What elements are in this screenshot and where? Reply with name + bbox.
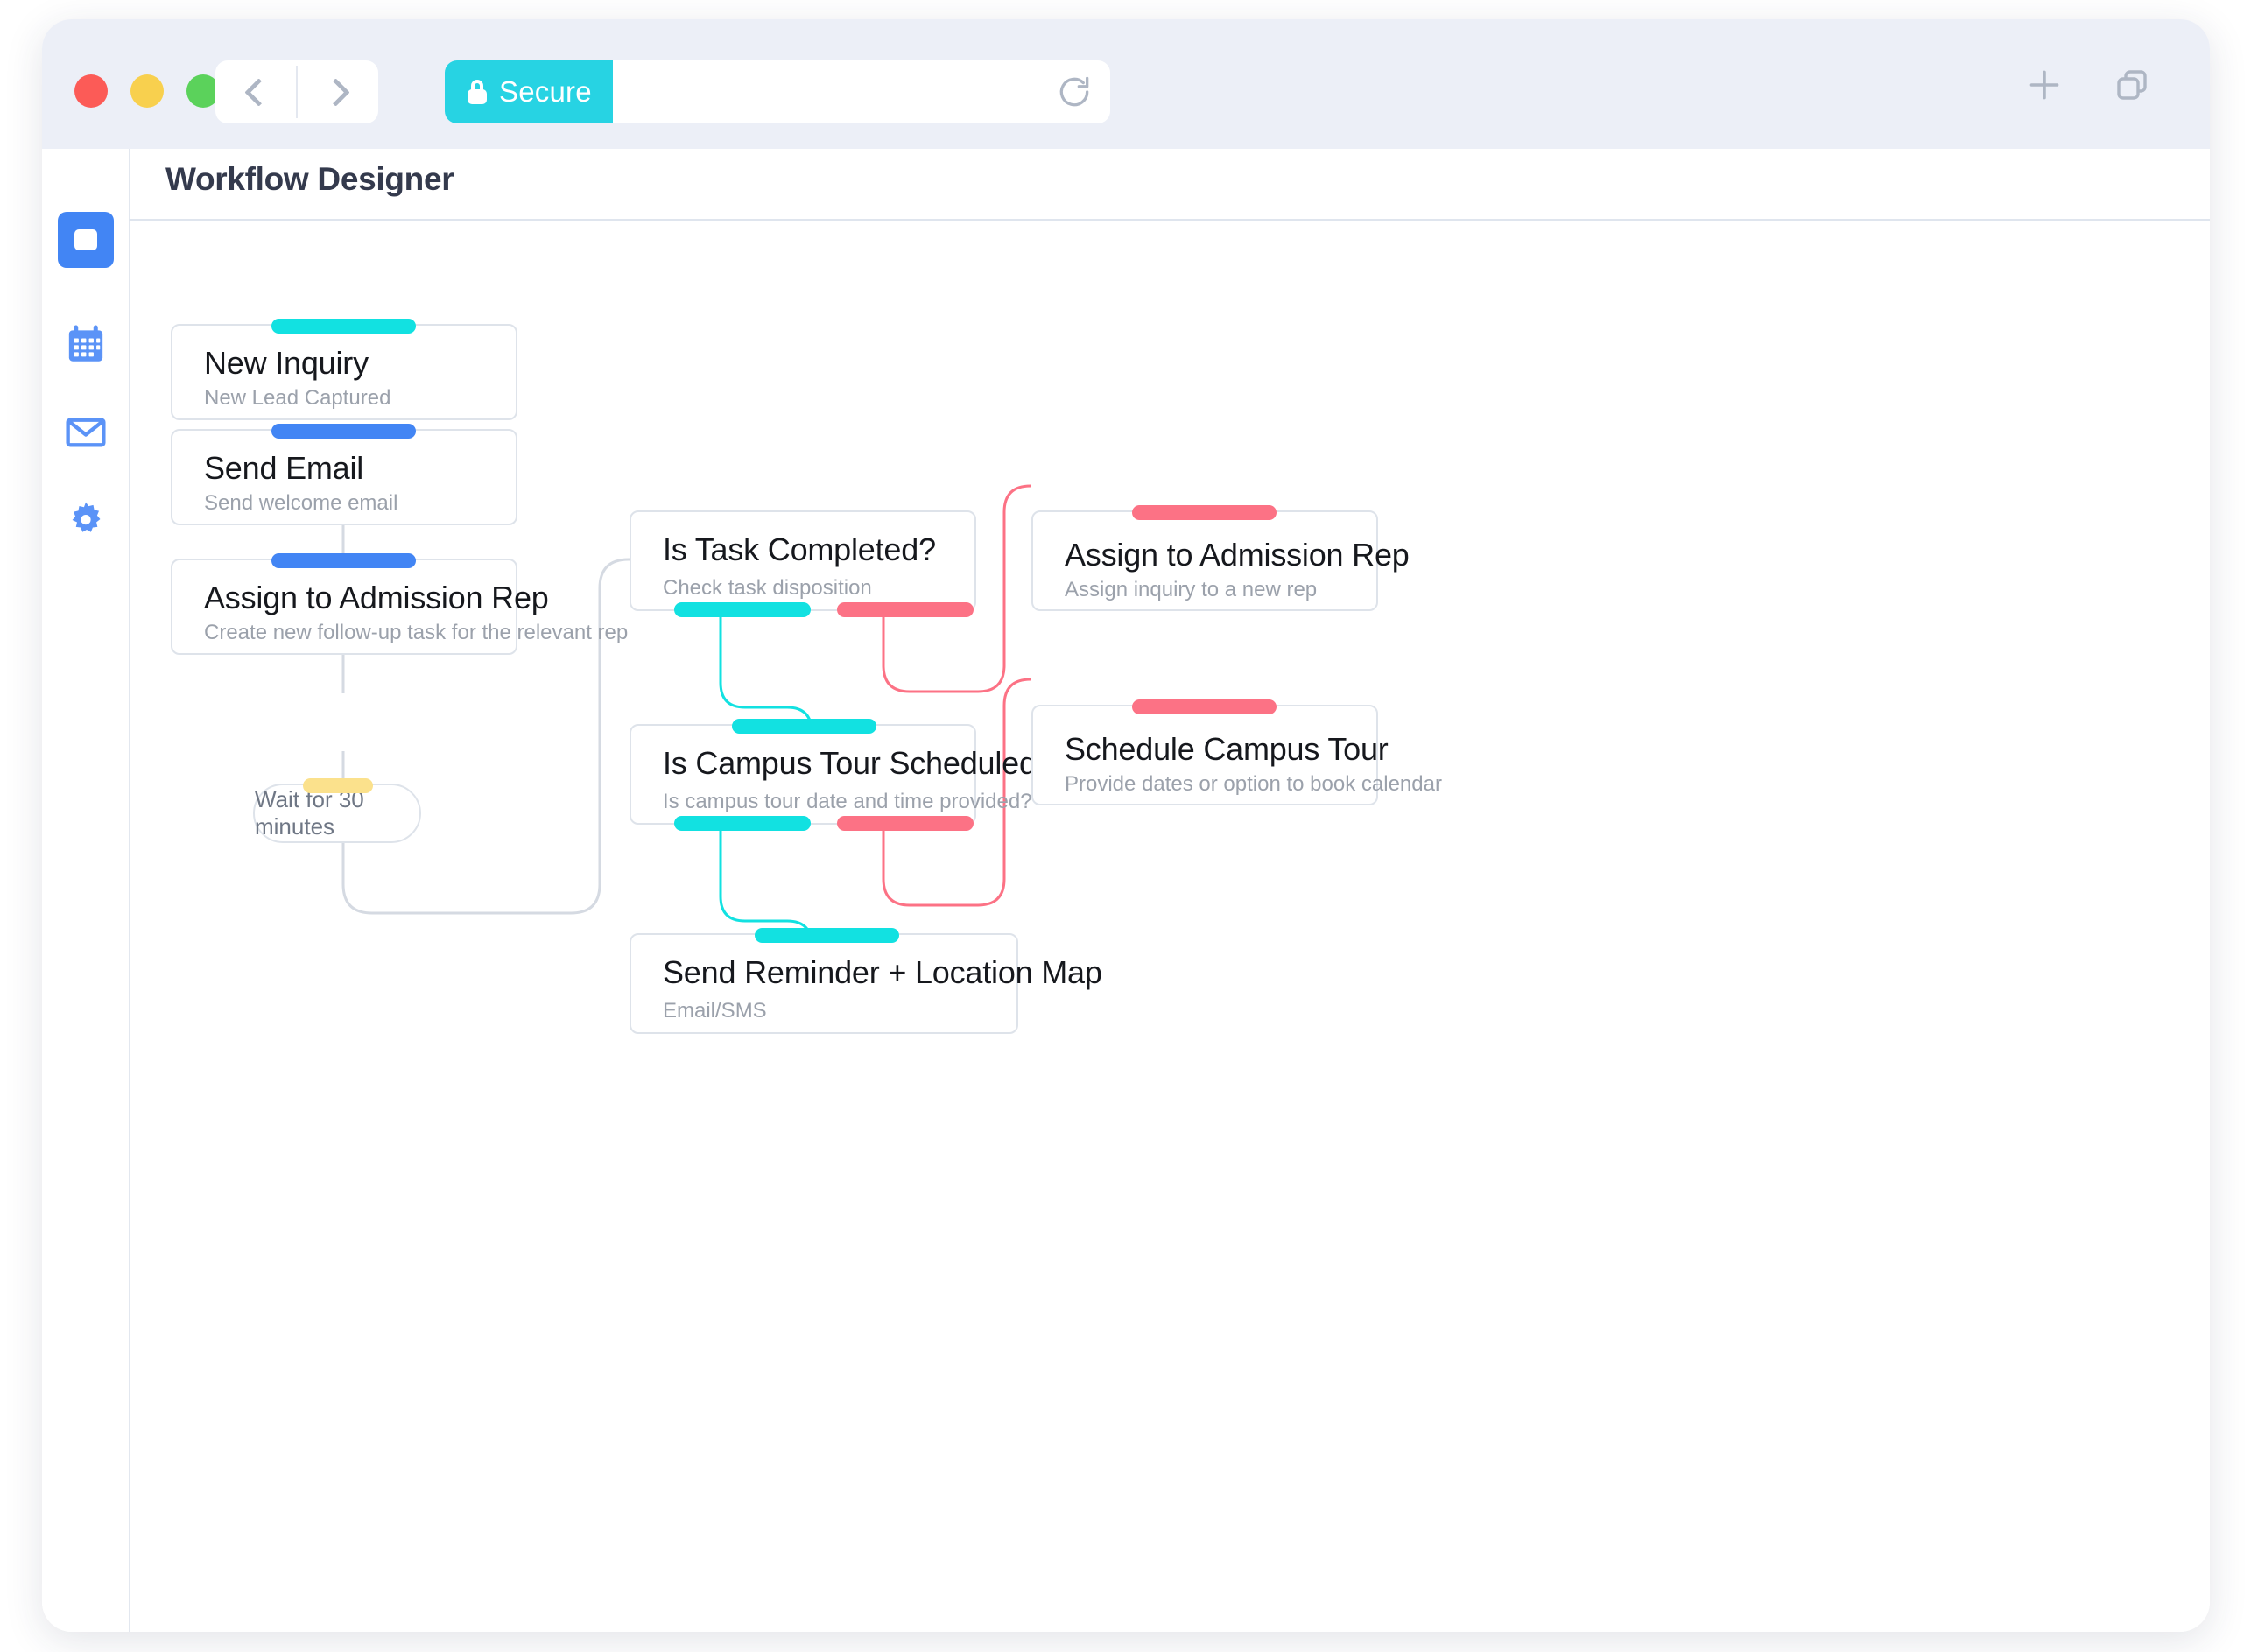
workflow-node-is-task-completed[interactable]: Is Task Completed? Check task dispositio… (630, 510, 976, 617)
back-button[interactable] (215, 60, 296, 123)
node-top-tab-yellow (303, 778, 373, 793)
workflow-node-send-email[interactable]: Send Email Send welcome email (171, 424, 517, 525)
node-top-tab-blue (271, 553, 416, 568)
forward-button[interactable] (298, 60, 378, 123)
node-top-tab-blue (271, 424, 416, 439)
workflow-canvas[interactable]: New Inquiry New Lead Captured Send Email… (129, 219, 2210, 1632)
workflow-node-send-reminder[interactable]: Send Reminder + Location Map Email/SMS (630, 928, 1102, 1034)
reload-icon (1059, 76, 1089, 107)
node-subtitle: Provide dates or option to book calendar (1065, 772, 1442, 796)
node-bottom-tab-no-red (837, 816, 974, 831)
node-bottom-tab-yes-cyan (674, 816, 811, 831)
secure-badge[interactable]: Secure (445, 60, 613, 123)
node-title: Schedule Campus Tour (1065, 731, 1389, 767)
node-subtitle: Email/SMS (663, 999, 767, 1023)
node-top-tab-cyan (732, 719, 876, 734)
sidebar-item-dashboard[interactable] (42, 210, 129, 270)
workflow-node-assign-admission-rep-2[interactable]: Assign to Admission Rep Assign inquiry t… (1031, 505, 1410, 611)
browser-toolbar-actions (2021, 61, 2156, 109)
node-subtitle: Is campus tour date and time provided? (663, 790, 1032, 813)
node-top-tab-cyan (271, 319, 416, 334)
chevron-right-icon (320, 77, 350, 107)
gear-icon (72, 502, 100, 532)
node-title: Assign to Admission Rep (1065, 537, 1410, 573)
page-header: Workflow Designer (129, 149, 2210, 221)
app-body: Workflow Designer New Inquiry New Lead C… (42, 149, 2210, 1632)
close-window-button[interactable] (74, 74, 108, 108)
sidebar-item-calendar[interactable] (42, 315, 129, 375)
workflow-node-schedule-campus-tour[interactable]: Schedule Campus Tour Provide dates or op… (1031, 699, 1442, 805)
node-title: Send Reminder + Location Map (663, 954, 1102, 990)
node-subtitle: Create new follow-up task for the releva… (204, 621, 629, 644)
workflow-node-wait-delay[interactable]: Wait for 30 minutes (253, 778, 421, 843)
window-traffic-lights (74, 74, 220, 108)
minimize-window-button[interactable] (130, 74, 164, 108)
node-title: Is Task Completed? (663, 531, 936, 567)
show-tabs-button[interactable] (2108, 61, 2156, 109)
node-subtitle: Assign inquiry to a new rep (1065, 578, 1318, 601)
calendar-icon (68, 325, 102, 362)
node-title: New Inquiry (204, 345, 369, 381)
node-top-tab-red (1132, 505, 1277, 520)
app-sidebar (42, 149, 130, 1632)
workflow-node-is-campus-tour-scheduled[interactable]: Is Campus Tour Scheduled? Is campus tour… (630, 719, 1054, 831)
browser-window: Secure Workflow Designer New Inquiry New… (42, 19, 2210, 1632)
workflow-node-assign-admission-rep[interactable]: Assign to Admission Rep Create new follo… (171, 553, 628, 655)
node-top-tab-cyan (755, 928, 899, 943)
copy-tabs-icon (2117, 70, 2147, 100)
lock-icon (468, 80, 487, 104)
dashboard-square-icon (57, 212, 114, 268)
workflow-node-new-inquiry[interactable]: New Inquiry New Lead Captured (171, 319, 517, 420)
screenshot-stage: Secure Workflow Designer New Inquiry New… (0, 0, 2251, 1652)
wait-delay-label: Wait for 30 minutes (255, 786, 364, 840)
node-top-tab-red (1132, 699, 1277, 714)
node-subtitle: Check task disposition (663, 576, 872, 600)
secure-badge-label: Secure (499, 75, 592, 108)
node-bottom-tab-no-red (837, 602, 974, 617)
reload-button[interactable] (1038, 60, 1110, 123)
node-title: Is Campus Tour Scheduled? (663, 745, 1054, 781)
sidebar-item-settings[interactable] (42, 490, 129, 550)
plus-icon (2029, 70, 2059, 100)
chevron-left-icon (243, 77, 273, 107)
address-bar: Secure (445, 60, 1110, 123)
node-subtitle: New Lead Captured (204, 386, 391, 410)
url-input[interactable] (612, 60, 1038, 123)
node-title: Send Email (204, 450, 364, 486)
node-title: Assign to Admission Rep (204, 580, 549, 615)
sidebar-item-mail[interactable] (42, 403, 129, 462)
browser-titlebar: Secure (42, 19, 2210, 149)
new-tab-button[interactable] (2021, 61, 2068, 109)
envelope-icon (65, 418, 106, 447)
node-subtitle: Send welcome email (204, 491, 398, 515)
node-bottom-tab-yes-cyan (674, 602, 811, 617)
page-title: Workflow Designer (165, 161, 454, 197)
navigation-buttons (215, 60, 378, 123)
